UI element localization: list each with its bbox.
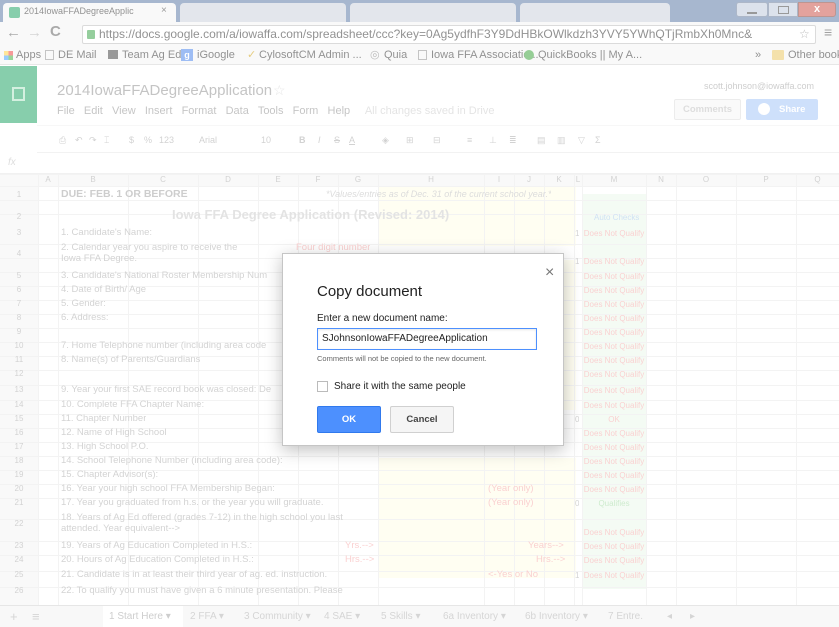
document-name-input[interactable]: SJohnsonIowaFFADegreeApplication <box>317 328 537 350</box>
dialog-close-icon[interactable]: × <box>545 264 554 282</box>
comments-note: Comments will not be copied to the new d… <box>317 354 487 363</box>
share-checkbox[interactable] <box>317 381 328 392</box>
dialog-title: Copy document <box>317 283 423 300</box>
name-prompt: Enter a new document name: <box>317 313 448 324</box>
ok-button[interactable]: OK <box>317 406 381 433</box>
document-name-value: SJohnsonIowaFFADegreeApplication <box>322 333 488 344</box>
copy-document-dialog: Copy document × Enter a new document nam… <box>282 253 564 446</box>
share-checkbox-label: Share it with the same people <box>334 381 466 392</box>
cancel-button[interactable]: Cancel <box>390 406 454 433</box>
